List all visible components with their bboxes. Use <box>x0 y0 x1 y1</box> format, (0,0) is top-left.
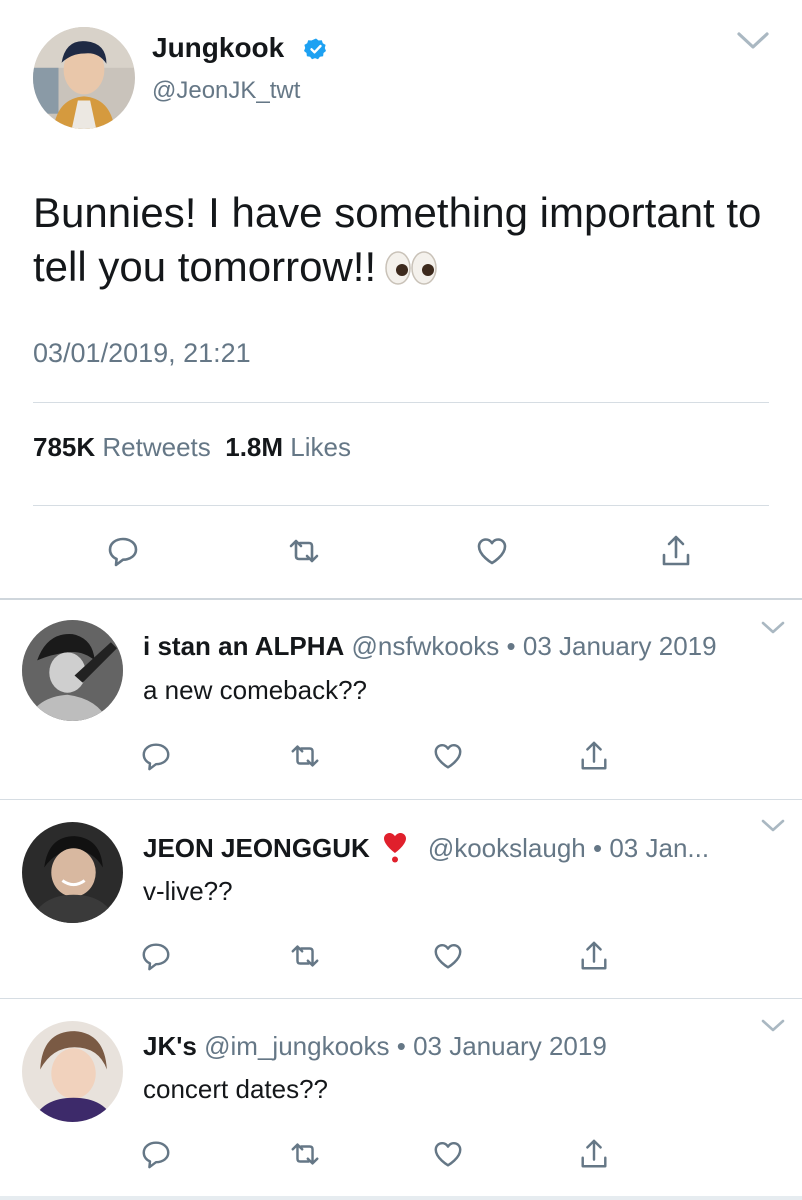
reply-handle[interactable]: @im_jungkooks <box>204 1031 389 1061</box>
share-icon[interactable] <box>578 1138 610 1170</box>
reply-header: JEON JEONGGUK @kookslaugh • 03 Jan... <box>143 831 709 864</box>
divider <box>0 799 802 800</box>
reply-text: concert dates?? <box>143 1074 329 1104</box>
share-icon[interactable] <box>578 740 610 772</box>
like-icon[interactable] <box>432 940 464 972</box>
retweet-icon[interactable] <box>289 740 321 772</box>
tweet-timestamp[interactable]: 03/01/2019, 21:21 <box>33 336 251 370</box>
retweets-label[interactable]: Retweets <box>102 432 210 462</box>
separator-dot: • <box>506 631 516 661</box>
reply-avatar[interactable] <box>22 1021 123 1122</box>
chevron-down-icon[interactable] <box>760 1018 786 1034</box>
likes-label[interactable]: Likes <box>290 432 351 462</box>
reply-avatar[interactable] <box>22 822 123 923</box>
separator-dot: • <box>593 833 603 863</box>
reply-header: JK's @im_jungkooks • 03 January 2019 <box>143 1030 607 1062</box>
reply-author-name[interactable]: JK's <box>143 1031 197 1061</box>
reply-icon[interactable] <box>140 1138 172 1170</box>
chevron-down-icon[interactable] <box>736 30 770 52</box>
reply-avatar[interactable] <box>22 620 123 721</box>
divider <box>0 998 802 999</box>
retweet-icon[interactable] <box>289 1138 321 1170</box>
reply-handle[interactable]: @kookslaugh <box>428 833 586 863</box>
section-divider <box>0 1196 802 1200</box>
retweet-icon[interactable] <box>289 940 321 972</box>
separator-dot: • <box>396 1031 406 1061</box>
section-divider <box>0 598 802 600</box>
like-icon[interactable] <box>432 1138 464 1170</box>
chevron-down-icon[interactable] <box>760 818 786 834</box>
reply-author-name[interactable]: i stan an ALPHA <box>143 631 344 661</box>
share-icon[interactable] <box>578 940 610 972</box>
reply-date[interactable]: 03 January 2019 <box>413 1031 607 1061</box>
reply-date[interactable]: 03 January 2019 <box>523 631 717 661</box>
author-handle[interactable]: @JeonJK_twt <box>152 76 300 106</box>
reply-icon[interactable] <box>140 740 172 772</box>
share-icon[interactable] <box>659 534 693 568</box>
tweet-stats: 785K Retweets 1.8M Likes <box>33 430 351 464</box>
reply-author-name[interactable]: JEON JEONGGUK <box>143 833 370 863</box>
reply-icon[interactable] <box>140 940 172 972</box>
reply-icon[interactable] <box>106 534 140 568</box>
reply-text: a new comeback?? <box>143 675 368 705</box>
author-avatar[interactable] <box>33 27 135 129</box>
like-icon[interactable] <box>432 740 464 772</box>
chevron-down-icon[interactable] <box>760 620 786 636</box>
author-name[interactable]: Jungkook <box>152 30 284 66</box>
eyes-emoji-icon <box>384 244 438 285</box>
reply-date[interactable]: 03 Jan... <box>609 833 709 863</box>
retweet-icon[interactable] <box>287 534 321 568</box>
divider <box>33 505 769 506</box>
likes-count[interactable]: 1.8M <box>225 432 283 462</box>
retweets-count[interactable]: 785K <box>33 432 95 462</box>
reply-text: v-live?? <box>143 876 233 906</box>
reply-handle[interactable]: @nsfwkooks <box>352 631 500 661</box>
like-icon[interactable] <box>475 534 509 568</box>
divider <box>33 402 769 403</box>
heart-exclamation-emoji-icon <box>382 831 408 863</box>
verified-badge-icon <box>304 37 328 61</box>
tweet-text: Bunnies! I have something important to t… <box>33 186 773 294</box>
reply-header: i stan an ALPHA @nsfwkooks • 03 January … <box>143 630 717 662</box>
